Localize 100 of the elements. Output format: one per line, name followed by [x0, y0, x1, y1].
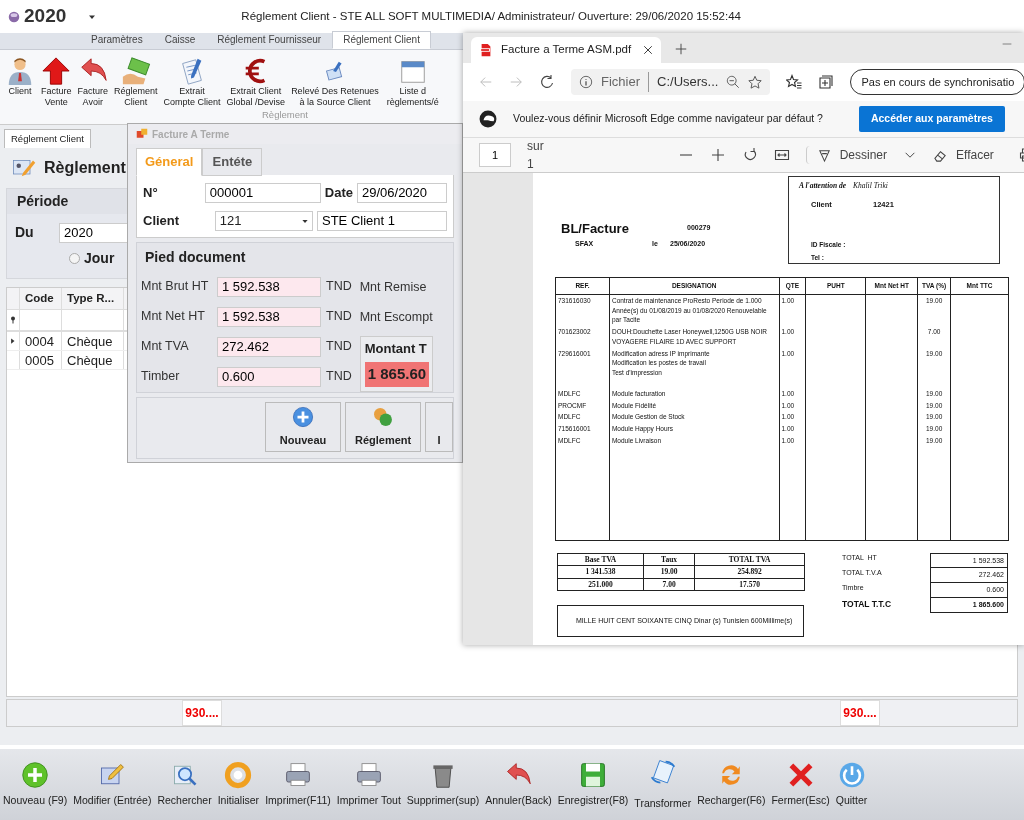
browser-tab[interactable]: Facture a Terme ASM.pdf — [471, 37, 661, 63]
ribbon-button[interactable]: Extrait Compte Client — [162, 54, 222, 110]
amount-field[interactable]: 1 592.538 — [217, 276, 321, 297]
table-cell: 0004 — [20, 332, 62, 351]
amount-label: Mnt Remise — [359, 278, 428, 296]
currency-label: TND — [326, 278, 352, 296]
fit-width-icon[interactable] — [773, 147, 790, 163]
dialog-button[interactable]: Nouveau — [265, 401, 342, 452]
draw-button[interactable]: Dessiner — [805, 146, 888, 164]
toolbar-button[interactable]: Initialiser — [214, 760, 263, 809]
toolbar-button[interactable]: Imprimer(F11) — [262, 760, 334, 809]
amount-field[interactable]: 1 592.538 — [217, 306, 321, 327]
ribbon-tab[interactable]: Réglement Fournisseur — [206, 31, 333, 49]
toolbar-button[interactable]: Annuler(Back) — [482, 760, 555, 809]
radio-label: Jour — [84, 249, 115, 269]
amount-label: Timber — [141, 368, 181, 386]
plus-icon — [292, 406, 314, 428]
settings-button[interactable]: Accéder aux paramètres — [858, 106, 1005, 132]
ribbon-button[interactable]: Relevé Des Retenues à la Source Client — [290, 54, 380, 110]
dialog-button[interactable]: Réglement — [345, 401, 422, 452]
dialog-button[interactable]: I — [425, 401, 453, 452]
zoom-in-icon[interactable] — [709, 147, 726, 163]
ribbon-tab[interactable]: Réglement Client — [332, 31, 431, 49]
close-icon[interactable] — [643, 45, 653, 55]
banknote-icon — [120, 56, 151, 86]
toolbar-button[interactable]: Transformer — [631, 757, 695, 812]
address-bar[interactable]: Fichier C:/Users... — [571, 69, 771, 95]
document-tab[interactable]: Réglement Client — [4, 129, 91, 149]
printer-icon — [354, 760, 383, 789]
toolbar-button[interactable]: Quitter — [832, 760, 871, 809]
new-tab-icon[interactable] — [675, 43, 687, 55]
page-heading: Règlement — [44, 158, 126, 179]
section-title: Pied document — [144, 247, 247, 267]
ribbon-tab[interactable]: Caisse — [153, 31, 207, 49]
text-field[interactable]: 29/06/2020 — [357, 182, 447, 203]
toolbar-button[interactable]: Enregistrer(F8) — [554, 760, 632, 809]
toolbar-button[interactable]: Nouveau (F9) — [0, 760, 71, 809]
favorite-icon[interactable] — [748, 75, 763, 89]
pages-icon — [648, 757, 677, 786]
caret-icon — [302, 217, 308, 224]
toolbar-button[interactable]: Supprimer(sup) — [403, 760, 483, 809]
info-icon — [579, 75, 593, 89]
printer-icon — [284, 760, 312, 789]
table-cell: 0005 — [20, 351, 62, 370]
plus-icon — [21, 760, 50, 789]
table-cell: Chèque — [62, 332, 124, 351]
column-header[interactable]: Type R... — [62, 288, 124, 310]
currency-label: TND — [326, 368, 352, 386]
erase-button[interactable]: Effacer — [933, 146, 994, 164]
total-amount: 1 865.60 — [364, 362, 430, 387]
dialog-title: Facture A Terme — [152, 127, 230, 142]
ribbon-button[interactable]: Réglement Client — [113, 54, 159, 110]
document-title: BL/Facture — [561, 220, 629, 238]
dialog-tab[interactable]: Entéte — [202, 148, 263, 176]
refresh-icon[interactable] — [539, 74, 555, 90]
banner-text: Voulez-vous définir Microsoft Edge comme navigateur par défaut ? — [513, 111, 823, 127]
browser-logo-icon — [479, 110, 497, 128]
ribbon-button[interactable]: Facture Vente — [40, 54, 73, 110]
toolbar-button[interactable]: Fermer(Esc) — [768, 760, 833, 809]
up-arrow-icon — [41, 56, 72, 86]
year-label: 2020 — [24, 4, 67, 29]
address-path: C:/Users... — [657, 73, 719, 92]
text-field[interactable]: STE Client 1 — [317, 210, 447, 231]
ribbon-button[interactable]: Extrait Client Global /Devise — [225, 54, 287, 110]
ribbon-button[interactable]: Liste d règlements/é — [385, 54, 440, 110]
amount-label: Mnt Brut HT — [141, 278, 210, 296]
ribbon-button[interactable]: Client — [4, 54, 36, 99]
total-label: TOTAL T.T.C — [842, 598, 892, 611]
zoom-out-icon[interactable] — [726, 75, 741, 89]
toolbar-button[interactable]: Recharger(F6) — [694, 760, 769, 809]
ribbon-button[interactable]: Facture Avoir — [76, 54, 110, 110]
pdf-file-icon — [479, 43, 493, 57]
app-logo-icon — [8, 10, 20, 23]
page-count: sur 1 — [527, 138, 544, 173]
window-title: Réglement Client - STE ALL SOFT MULTIMEDIA/ Administrateur/ Ouverture: 29/06/2020 15:52:44 — [241, 8, 741, 24]
toolbar-button[interactable]: Modifier (Entrée) — [70, 760, 155, 809]
collections-icon[interactable] — [818, 74, 835, 90]
page-number-field[interactable]: 1 — [479, 143, 511, 167]
radio-button[interactable] — [69, 253, 80, 265]
amount-field[interactable]: 272.462 — [217, 336, 321, 357]
amount-field[interactable]: 0.600 — [217, 366, 321, 387]
window-icon — [136, 128, 148, 140]
toolbar-button[interactable]: Imprimer Tout — [333, 760, 404, 809]
text-field[interactable]: 000001 — [204, 182, 321, 203]
client-dropdown[interactable]: 121 — [214, 210, 313, 231]
toolbar-button[interactable]: Rechercher — [154, 760, 215, 809]
pen-icon[interactable] — [816, 147, 832, 163]
column-header[interactable]: Code — [20, 288, 62, 310]
from-label: Du — [15, 223, 35, 243]
summary-value: 930.... — [840, 700, 880, 727]
amount-label: Mnt Net HT — [141, 308, 206, 326]
ribbon-tab[interactable]: Paramètres — [80, 31, 154, 49]
currency-label: TND — [326, 308, 352, 326]
power-icon — [837, 760, 866, 789]
ring-icon — [224, 760, 253, 789]
table-cell: Chèque — [62, 351, 124, 370]
total-label: Montant T — [364, 339, 428, 358]
group-label: Règlement — [262, 108, 308, 122]
currency-label: TND — [326, 338, 352, 356]
favorites-list-icon[interactable] — [786, 74, 803, 90]
